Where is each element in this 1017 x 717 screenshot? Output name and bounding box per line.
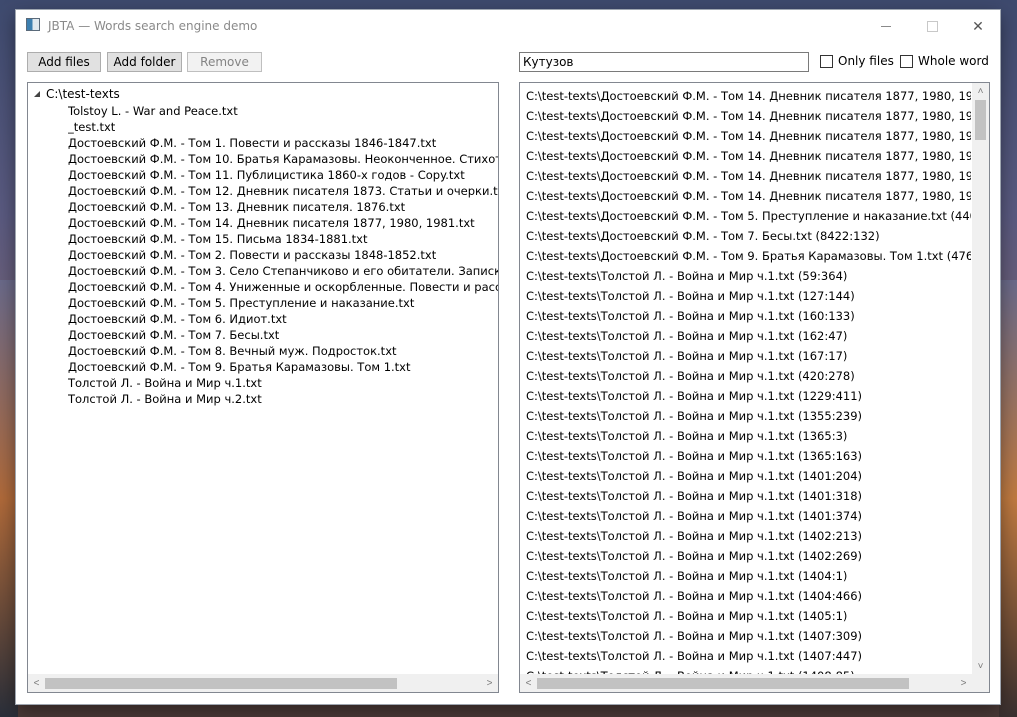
tree-item[interactable]: Достоевский Ф.М. - Том 9. Братья Карамаз… — [68, 359, 498, 375]
result-item[interactable]: C:\test-texts\Толстой Л. - Война и Мир ч… — [526, 466, 971, 486]
result-item[interactable]: C:\test-texts\Достоевский Ф.М. - Том 14.… — [526, 186, 971, 206]
tree-root-node[interactable]: C:\test-texts — [34, 87, 120, 101]
result-item[interactable]: C:\test-texts\Толстой Л. - Война и Мир ч… — [526, 586, 971, 606]
maximize-icon — [926, 20, 938, 32]
result-item[interactable]: C:\test-texts\Толстой Л. - Война и Мир ч… — [526, 506, 971, 526]
results-list[interactable]: C:\test-texts\Достоевский Ф.М. - Том 14.… — [519, 82, 990, 693]
minimize-icon — [881, 25, 891, 27]
tree-item[interactable]: Достоевский Ф.М. - Том 10. Братья Карама… — [68, 151, 498, 167]
collapse-arrow-icon[interactable] — [34, 91, 40, 97]
tree-item[interactable]: Достоевский Ф.М. - Том 5. Преступление и… — [68, 295, 498, 311]
result-item[interactable]: C:\test-texts\Толстой Л. - Война и Мир ч… — [526, 366, 971, 386]
result-item[interactable]: C:\test-texts\Толстой Л. - Война и Мир ч… — [526, 386, 971, 406]
whole-word-checkbox-box[interactable] — [900, 54, 913, 68]
result-item[interactable]: C:\test-texts\Толстой Л. - Война и Мир ч… — [526, 486, 971, 506]
tree-item[interactable]: Достоевский Ф.М. - Том 3. Село Степанчик… — [68, 263, 498, 279]
tree-item[interactable]: Достоевский Ф.М. - Том 8. Вечный муж. По… — [68, 343, 498, 359]
desktop-wallpaper-right — [999, 280, 1017, 717]
tree-item[interactable]: Достоевский Ф.М. - Том 14. Дневник писат… — [68, 215, 498, 231]
add-files-button[interactable]: Add files — [27, 52, 101, 72]
results-vertical-scrollbar[interactable]: ˄ ˅ — [972, 83, 989, 675]
result-item[interactable]: C:\test-texts\Толстой Л. - Война и Мир ч… — [526, 526, 971, 546]
app-window: JBTA — Words search engine demo ✕ Add fi… — [16, 10, 1000, 704]
tree-item[interactable]: Достоевский Ф.М. - Том 6. Идиот.txt — [68, 311, 498, 327]
result-item[interactable]: C:\test-texts\Достоевский Ф.М. - Том 14.… — [526, 106, 971, 126]
tree-item[interactable]: Tolstoy L. - War and Peace.txt — [68, 103, 498, 119]
scroll-left-icon[interactable]: < — [28, 675, 45, 692]
scroll-right-icon[interactable]: > — [955, 675, 972, 692]
result-item[interactable]: C:\test-texts\Толстой Л. - Война и Мир ч… — [526, 626, 971, 646]
search-input[interactable]: Кутузов — [519, 52, 809, 72]
only-files-label: Only files — [838, 54, 894, 68]
tree-item[interactable]: Достоевский Ф.М. - Том 2. Повести и расс… — [68, 247, 498, 263]
scroll-right-icon[interactable]: > — [481, 675, 498, 692]
result-item[interactable]: C:\test-texts\Достоевский Ф.М. - Том 14.… — [526, 166, 971, 186]
add-folder-button[interactable]: Add folder — [107, 52, 182, 72]
result-item[interactable]: C:\test-texts\Достоевский Ф.М. - Том 14.… — [526, 126, 971, 146]
scroll-thumb[interactable] — [975, 100, 986, 140]
result-item[interactable]: C:\test-texts\Достоевский Ф.М. - Том 9. … — [526, 246, 971, 266]
results-horizontal-scrollbar[interactable]: < > — [520, 674, 972, 692]
result-item[interactable]: C:\test-texts\Толстой Л. - Война и Мир ч… — [526, 606, 971, 626]
scrollbar-corner — [972, 675, 989, 692]
result-item[interactable]: C:\test-texts\Достоевский Ф.М. - Том 14.… — [526, 86, 971, 106]
tree-horizontal-scrollbar[interactable]: < > — [28, 674, 498, 692]
tree-item[interactable]: Достоевский Ф.М. - Том 11. Публицистика … — [68, 167, 498, 183]
tree-item[interactable]: Толстой Л. - Война и Мир ч.1.txt — [68, 375, 498, 391]
result-item[interactable]: C:\test-texts\Толстой Л. - Война и Мир ч… — [526, 306, 971, 326]
scroll-up-icon[interactable]: ˄ — [972, 83, 989, 100]
file-tree[interactable]: C:\test-texts Tolstoy L. - War and Peace… — [27, 82, 499, 693]
scroll-left-icon[interactable]: < — [520, 675, 537, 692]
result-item[interactable]: C:\test-texts\Толстой Л. - Война и Мир ч… — [526, 286, 971, 306]
tree-item[interactable]: Достоевский Ф.М. - Том 1. Повести и расс… — [68, 135, 498, 151]
only-files-checkbox[interactable]: Only files — [820, 54, 894, 68]
scroll-thumb[interactable] — [45, 678, 397, 689]
result-item[interactable]: C:\test-texts\Достоевский Ф.М. - Том 5. … — [526, 206, 971, 226]
whole-word-checkbox[interactable]: Whole word — [900, 54, 989, 68]
result-item[interactable]: C:\test-texts\Толстой Л. - Война и Мир ч… — [526, 646, 971, 666]
result-item[interactable]: C:\test-texts\Толстой Л. - Война и Мир ч… — [526, 566, 971, 586]
result-item[interactable]: C:\test-texts\Толстой Л. - Война и Мир ч… — [526, 546, 971, 566]
remove-button[interactable]: Remove — [187, 52, 262, 72]
tree-item[interactable]: Достоевский Ф.М. - Том 12. Дневник писат… — [68, 183, 498, 199]
tree-item[interactable]: Достоевский Ф.М. - Том 13. Дневник писат… — [68, 199, 498, 215]
tree-item[interactable]: Достоевский Ф.М. - Том 4. Униженные и ос… — [68, 279, 498, 295]
result-item[interactable]: C:\test-texts\Толстой Л. - Война и Мир ч… — [526, 326, 971, 346]
close-icon: ✕ — [972, 17, 984, 34]
scroll-down-icon[interactable]: ˅ — [972, 658, 989, 675]
minimize-button[interactable] — [863, 10, 909, 42]
title-bar[interactable]: JBTA — Words search engine demo ✕ — [16, 10, 1000, 42]
results-items: C:\test-texts\Достоевский Ф.М. - Том 14.… — [526, 86, 971, 686]
scroll-thumb[interactable] — [537, 678, 909, 689]
window-title: JBTA — Words search engine demo — [48, 19, 258, 33]
result-item[interactable]: C:\test-texts\Достоевский Ф.М. - Том 7. … — [526, 226, 971, 246]
result-item[interactable]: C:\test-texts\Толстой Л. - Война и Мир ч… — [526, 266, 971, 286]
result-item[interactable]: C:\test-texts\Толстой Л. - Война и Мир ч… — [526, 406, 971, 426]
tree-item[interactable]: Достоевский Ф.М. - Том 7. Бесы.txt — [68, 327, 498, 343]
tree-item[interactable]: Толстой Л. - Война и Мир ч.2.txt — [68, 391, 498, 407]
tree-item[interactable]: _test.txt — [68, 119, 498, 135]
result-item[interactable]: C:\test-texts\Достоевский Ф.М. - Том 14.… — [526, 146, 971, 166]
only-files-checkbox-box[interactable] — [820, 54, 833, 68]
maximize-button[interactable] — [909, 10, 955, 42]
result-item[interactable]: C:\test-texts\Толстой Л. - Война и Мир ч… — [526, 426, 971, 446]
result-item[interactable]: C:\test-texts\Толстой Л. - Война и Мир ч… — [526, 346, 971, 366]
app-icon — [26, 18, 40, 31]
close-button[interactable]: ✕ — [955, 10, 1001, 42]
tree-children: Tolstoy L. - War and Peace.txt _test.txt Д… — [68, 103, 498, 407]
tree-item[interactable]: Достоевский Ф.М. - Том 15. Письма 1834-1… — [68, 231, 498, 247]
whole-word-label: Whole word — [918, 54, 989, 68]
tree-root-label: C:\test-texts — [46, 87, 120, 101]
result-item[interactable]: C:\test-texts\Толстой Л. - Война и Мир ч… — [526, 446, 971, 466]
